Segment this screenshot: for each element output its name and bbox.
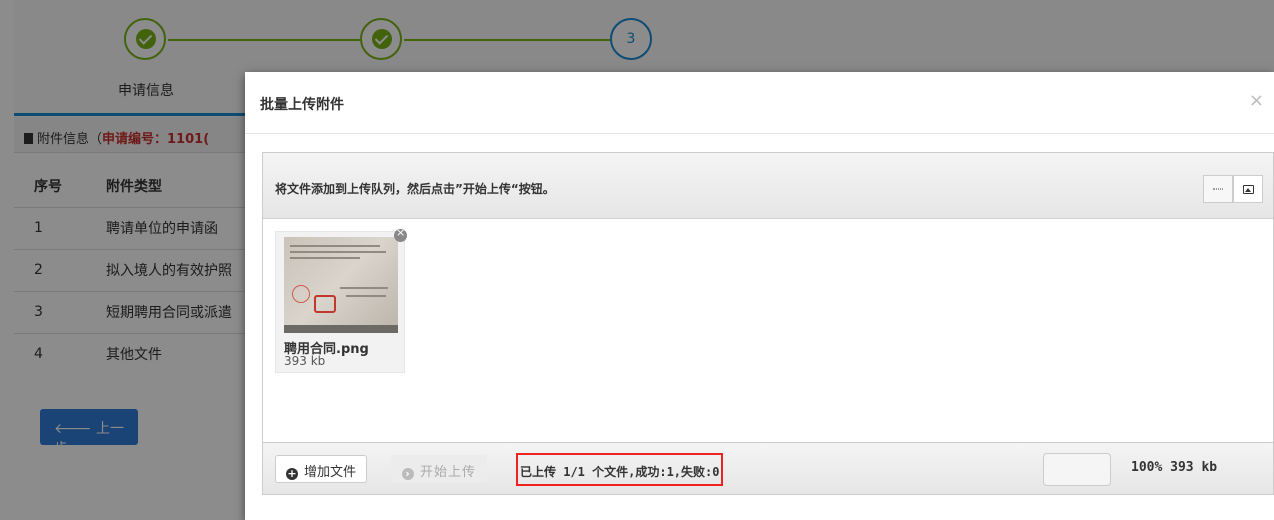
start-upload-button[interactable]: › 开始上传 bbox=[391, 455, 488, 483]
upload-status: 已上传 1/1 个文件,成功:1,失败:0 bbox=[516, 453, 724, 486]
start-upload-label: 开始上传 bbox=[420, 465, 477, 480]
modal-title: 批量上传附件 bbox=[260, 97, 344, 113]
view-toggle bbox=[1203, 175, 1263, 203]
uploader-footer: + 增加文件 › 开始上传 已上传 1/1 个文件,成功:1,失败:0 100% 3… bbox=[263, 442, 1273, 494]
image-icon bbox=[1242, 184, 1254, 194]
list-view-button[interactable] bbox=[1203, 175, 1233, 203]
arrow-circle-icon: › bbox=[402, 468, 414, 480]
total-progress-bar bbox=[1043, 453, 1111, 486]
thumbnail-view-button[interactable] bbox=[1233, 175, 1263, 203]
file-tile[interactable]: 聘用合同.png 393 kb bbox=[275, 226, 407, 373]
remove-file-icon[interactable] bbox=[394, 226, 407, 242]
list-icon bbox=[1213, 188, 1223, 190]
upload-instruction: 将文件添加到上传队列，然后点击”开始上传“按钮。 bbox=[275, 182, 555, 196]
total-progress-text: 100% 393 kb bbox=[1131, 460, 1218, 475]
file-size: 393 kb bbox=[284, 354, 326, 368]
close-icon[interactable]: × bbox=[1249, 90, 1264, 111]
add-file-button[interactable]: + 增加文件 bbox=[275, 455, 368, 483]
plus-circle-icon: + bbox=[286, 467, 298, 480]
add-file-label: 增加文件 bbox=[304, 465, 357, 480]
modal-header: 批量上传附件 bbox=[245, 72, 1274, 134]
uploader-header: 将文件添加到上传队列，然后点击”开始上传“按钮。 bbox=[263, 153, 1273, 219]
upload-modal: 批量上传附件 × 将文件添加到上传队列，然后点击”开始上传“按钮。 聘用合同.p… bbox=[245, 72, 1274, 520]
uploader: 将文件添加到上传队列，然后点击”开始上传“按钮。 聘用合同.png 393 kb bbox=[262, 152, 1274, 495]
file-thumbnail bbox=[284, 237, 398, 333]
